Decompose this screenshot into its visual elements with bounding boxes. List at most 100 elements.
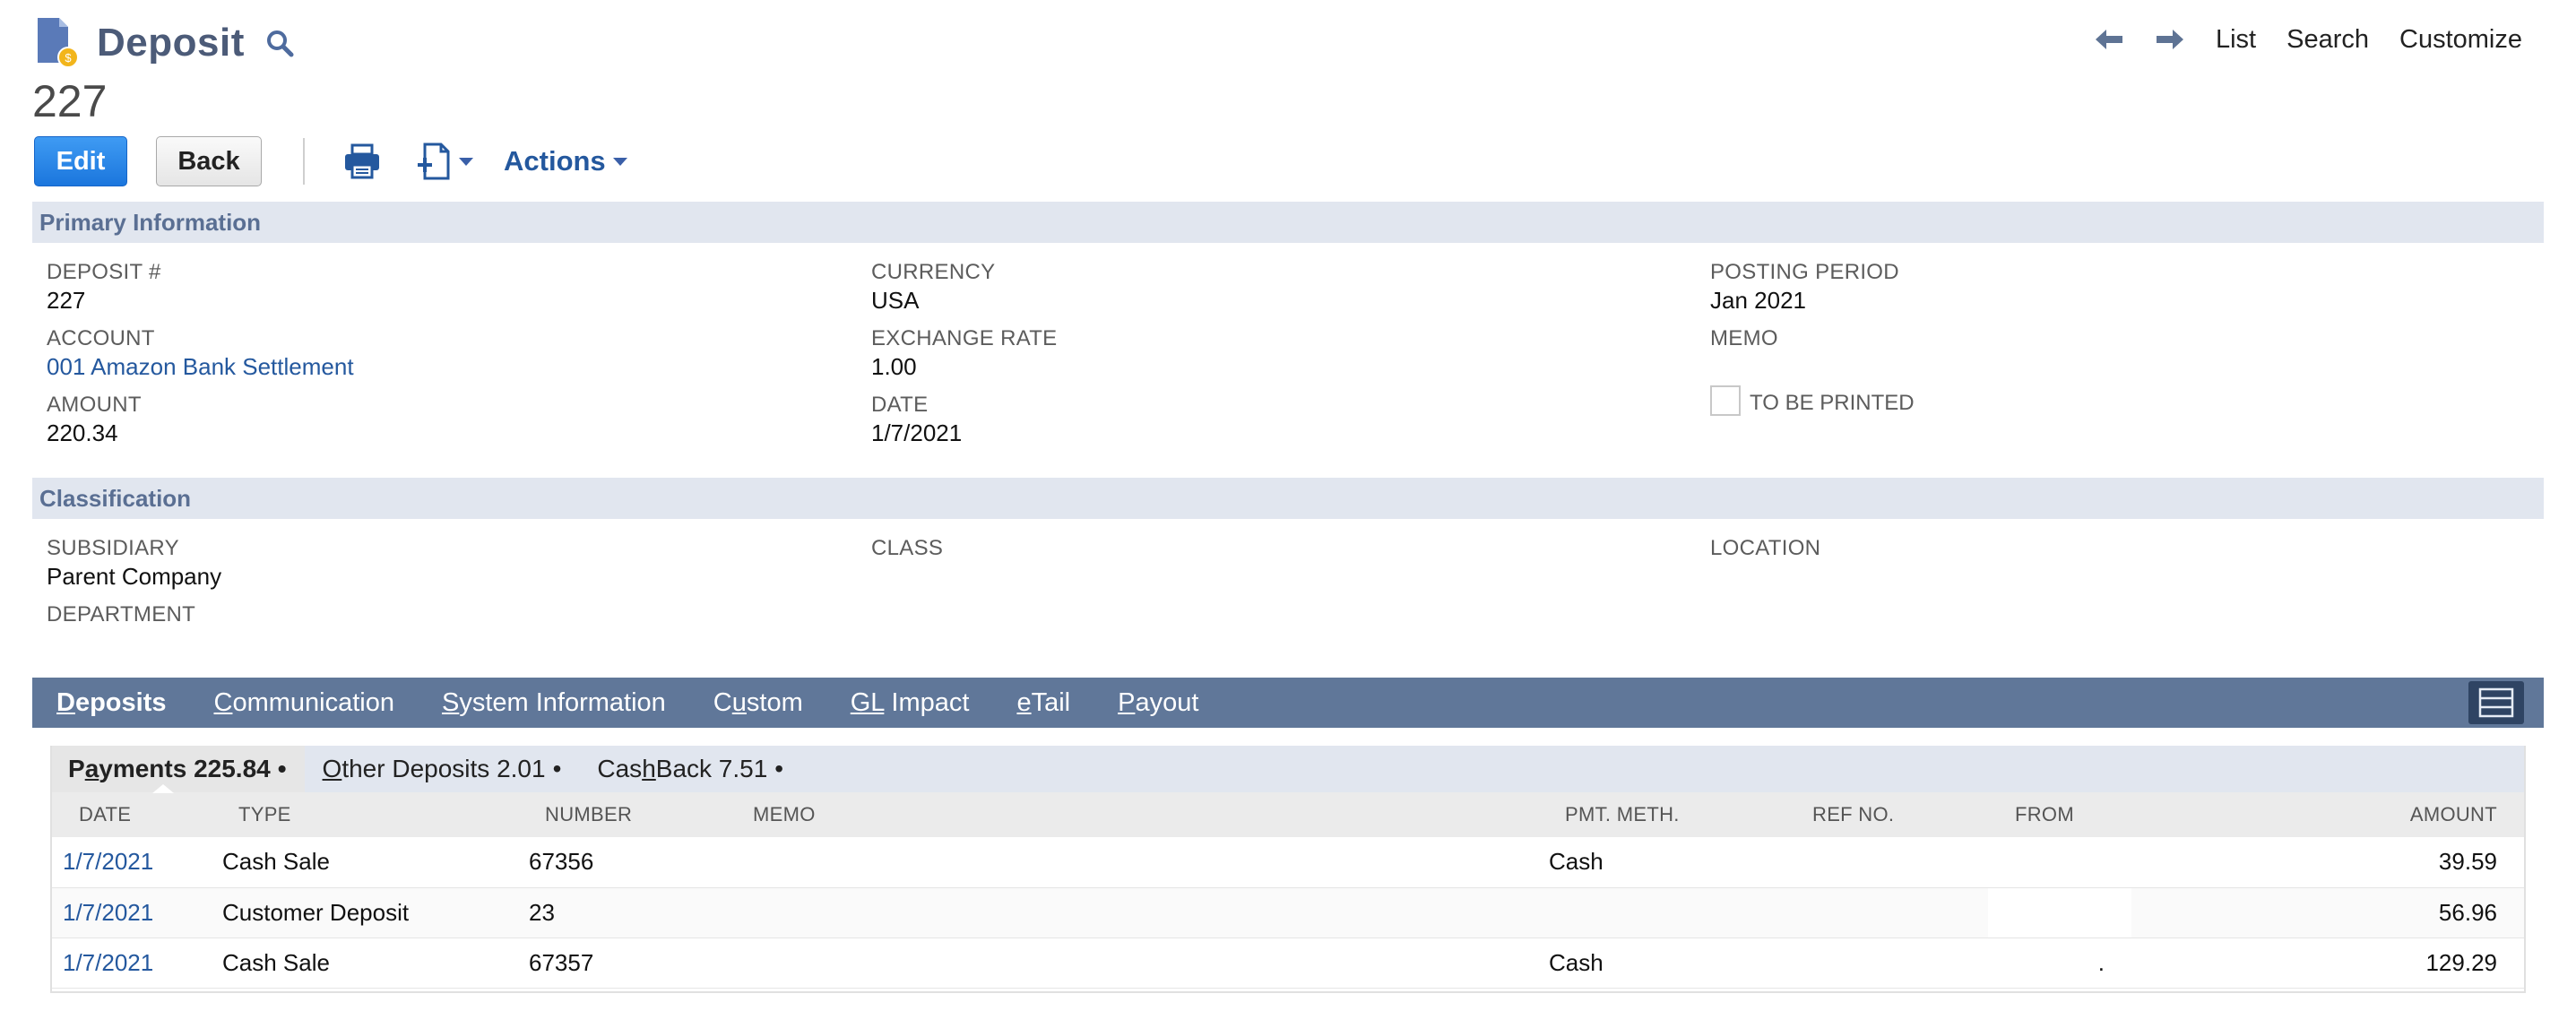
field-label: DEPOSIT # [47, 260, 161, 284]
column-header-memo[interactable]: MEMO [726, 792, 1538, 837]
search-icon[interactable] [264, 28, 295, 58]
field-label: CLASS [871, 536, 944, 560]
next-arrow-icon[interactable] [2155, 28, 2185, 51]
table-header-row: DATE TYPE NUMBER MEMO PMT. METH. REF NO.… [52, 792, 2524, 837]
tab-accesskey: u [731, 687, 747, 717]
to-be-printed-checkbox[interactable] [1710, 385, 1741, 416]
tab-payout[interactable]: Payout [1118, 688, 1198, 718]
tab-system-information[interactable]: System Information [442, 688, 666, 718]
back-button[interactable]: Back [156, 136, 262, 186]
tab-label: ystem Information [459, 687, 666, 717]
column-header-number[interactable]: NUMBER [518, 792, 726, 837]
page-title: Deposit [97, 21, 245, 65]
actions-menu[interactable]: Actions [504, 145, 627, 177]
ref-no-cell [1785, 887, 1988, 938]
field-value: 1/7/2021 [871, 419, 963, 446]
date-link[interactable]: 1/7/2021 [52, 837, 212, 888]
tab-communication[interactable]: Communication [213, 688, 393, 718]
location-field: LOCATION [1710, 536, 1820, 563]
payment-method-cell: Cash [1538, 837, 1785, 888]
memo-field: MEMO [1710, 326, 1778, 353]
account-link[interactable]: 001 Amazon Bank Settlement [47, 353, 354, 381]
field-label: DEPARTMENT [47, 602, 196, 626]
customize-link[interactable]: Customize [2399, 25, 2522, 55]
field-label: ACCOUNT [47, 326, 155, 350]
tab-label: C [713, 687, 732, 717]
type-cell: Customer Deposit [212, 887, 518, 938]
column-header-ref-no[interactable]: REF NO. [1785, 792, 1988, 837]
memo-cell [726, 837, 1538, 888]
date-link[interactable]: 1/7/2021 [52, 887, 212, 938]
new-document-dropdown[interactable] [414, 142, 473, 181]
field-value: Jan 2021 [1710, 287, 1806, 314]
primary-information-header[interactable]: Primary Information [32, 202, 2544, 243]
field-label: AMOUNT [47, 393, 142, 417]
date-field: DATE 1/7/2021 [871, 393, 962, 447]
deposits-sublist: Pa yments 225.84 • Other Deposits 2.01 • Ca… [50, 746, 2526, 993]
payments-table: DATE TYPE NUMBER MEMO PMT. METH. REF NO.… [52, 792, 2524, 989]
tab-accesskey: D [56, 687, 75, 717]
amount-cell: 129.29 [2131, 938, 2524, 989]
tab-accesskey: P [1118, 687, 1136, 717]
type-cell: Cash Sale [212, 938, 518, 989]
field-value: 227 [47, 287, 86, 314]
record-number: 227 [32, 76, 108, 126]
tab-accesskey: S [441, 687, 460, 717]
tab-custom[interactable]: Custom [713, 688, 803, 718]
new-document-icon[interactable] [414, 142, 454, 181]
column-header-pmt-meth[interactable]: PMT. METH. [1538, 792, 1785, 837]
tab-label: eposits [74, 687, 167, 717]
search-link[interactable]: Search [2286, 25, 2369, 55]
tab-cash-back[interactable]: Cas h Back 7.51 • [579, 746, 801, 792]
from-cell [1988, 887, 2131, 938]
subsidiary-field: SUBSIDIARY Parent Company [47, 536, 221, 591]
field-value: 220.34 [47, 419, 118, 446]
tab-etail[interactable]: eTail [1016, 688, 1070, 718]
field-label: SUBSIDIARY [47, 536, 179, 560]
tab-label: ommunication [232, 687, 394, 717]
tab-label: yments 225.84 [99, 755, 271, 782]
toolbar: Edit Back Actions [34, 136, 627, 186]
amount-cell: 56.96 [2131, 887, 2524, 938]
list-link[interactable]: List [2216, 25, 2256, 55]
account-field: ACCOUNT 001 Amazon Bank Settlement [47, 326, 354, 381]
column-header-date[interactable]: DATE [52, 792, 212, 837]
from-cell [1988, 837, 2131, 888]
tab-other-deposits[interactable]: Other Deposits 2.01 • [305, 746, 580, 792]
classification-header[interactable]: Classification [32, 478, 2544, 519]
tab-gl-impact[interactable]: GL Impact [851, 688, 970, 718]
field-label: CURRENCY [871, 260, 996, 284]
date-link[interactable]: 1/7/2021 [52, 938, 212, 989]
tab-deposits[interactable]: Deposits [56, 688, 166, 718]
memo-cell [726, 887, 1538, 938]
posting-period-field: POSTING PERIOD Jan 2021 [1710, 260, 1899, 315]
department-field: DEPARTMENT [47, 602, 195, 629]
previous-arrow-icon[interactable] [2094, 28, 2124, 51]
field-label: TO BE PRINTED [1750, 391, 1915, 415]
table-row: 1/7/2021 Cash Sale 67356 Cash 39.59 [52, 837, 2524, 888]
memo-cell [726, 938, 1538, 989]
tab-label: Impact [884, 687, 970, 717]
column-header-from[interactable]: FROM [1988, 792, 2131, 837]
tab-payments[interactable]: Pa yments 225.84 • [52, 746, 305, 793]
chevron-down-icon [459, 157, 473, 166]
ref-no-cell [1785, 938, 1988, 989]
payment-method-cell [1538, 887, 1785, 938]
table-row: 1/7/2021 Customer Deposit 23 56.96 [52, 887, 2524, 938]
tab-accesskey: C [213, 687, 233, 717]
toolbar-divider [303, 138, 305, 185]
actions-label: Actions [504, 145, 606, 177]
print-icon[interactable] [342, 142, 382, 181]
tab-label: ther Deposits 2.01 [341, 755, 546, 782]
field-value: Parent Company [47, 563, 222, 590]
tab-bullet: • [774, 755, 784, 782]
column-header-amount[interactable]: AMOUNT [2131, 792, 2524, 837]
tab-accesskey: e [1016, 687, 1032, 717]
layout-toggle-button[interactable] [2468, 681, 2524, 724]
column-header-type[interactable]: TYPE [212, 792, 518, 837]
ref-no-cell [1785, 837, 1988, 888]
edit-button[interactable]: Edit [34, 136, 127, 186]
field-value: 1.00 [871, 353, 917, 380]
tab-label: Tail [1031, 687, 1071, 717]
number-cell: 67357 [518, 938, 726, 989]
